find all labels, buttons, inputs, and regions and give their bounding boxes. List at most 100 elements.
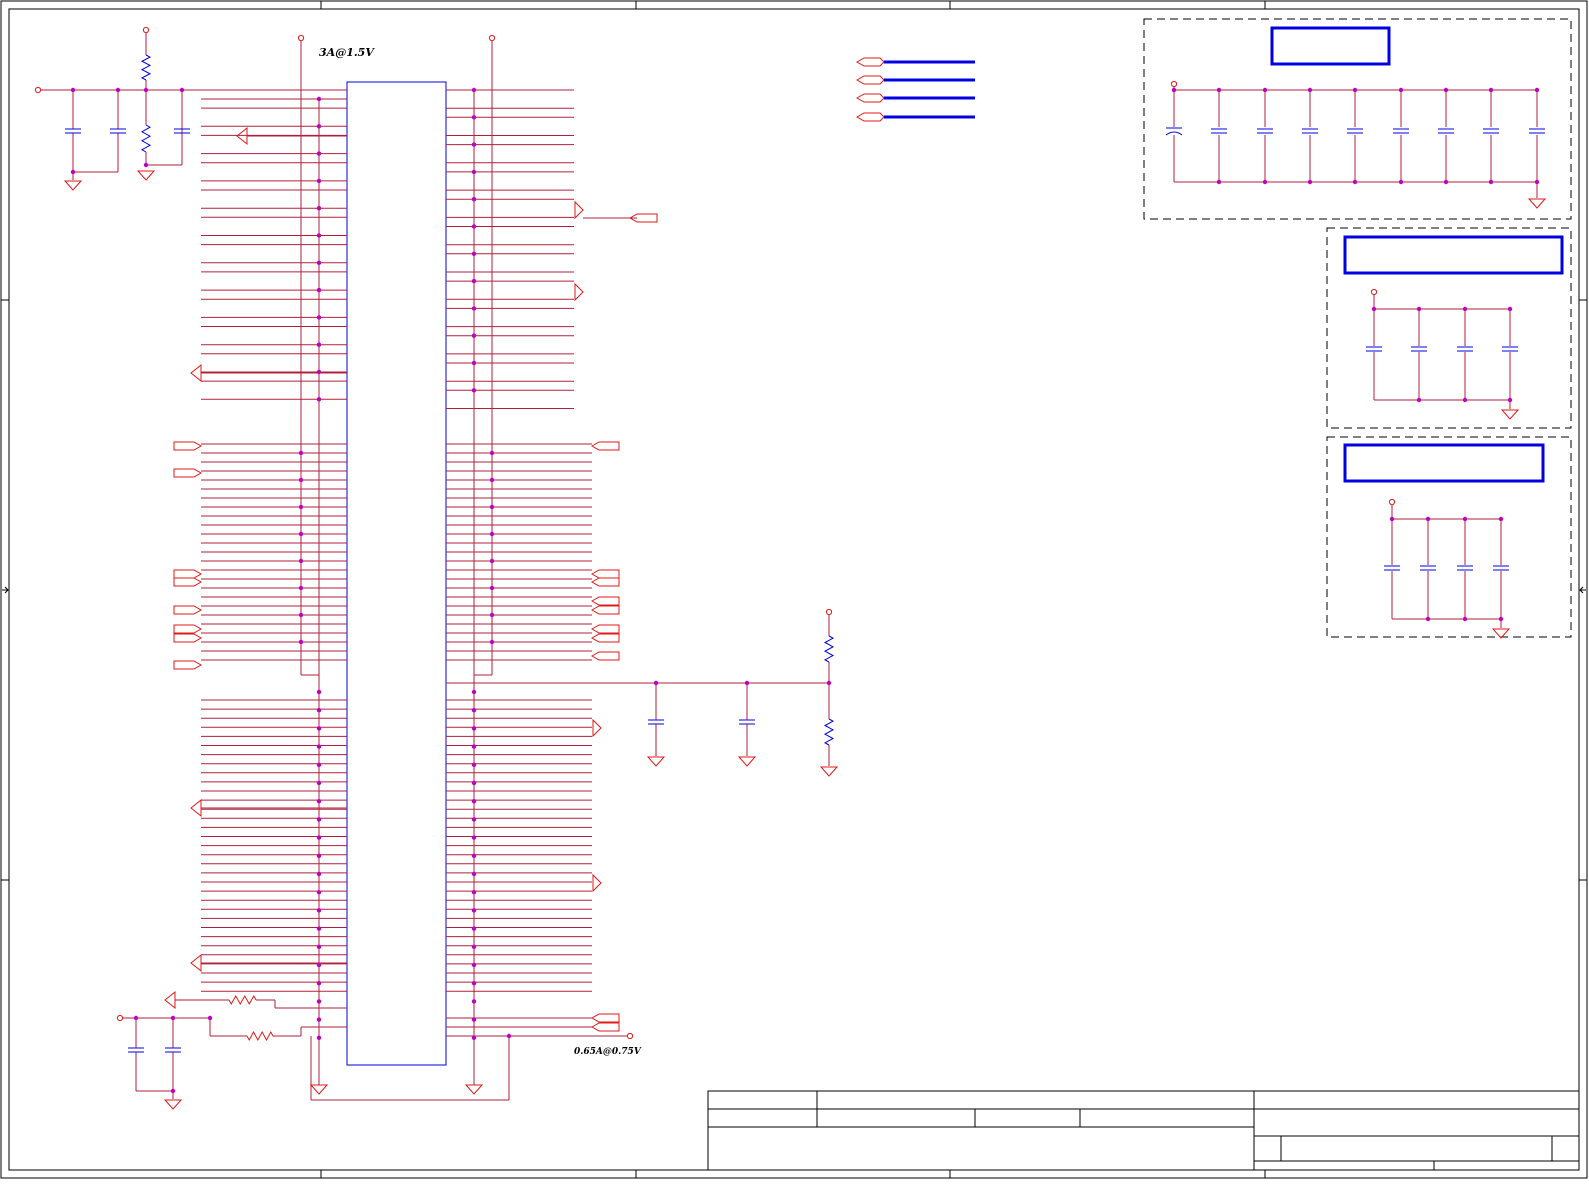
ground-icon bbox=[63, 180, 83, 191]
junction-dot-icon bbox=[207, 1015, 213, 1021]
junction-dot-icon bbox=[471, 197, 477, 202]
junction-dot-icon bbox=[1216, 179, 1222, 185]
decoupling-box-1 bbox=[1143, 18, 1572, 220]
junction-dot-icon bbox=[298, 450, 304, 456]
off-page-connector-icon bbox=[592, 873, 602, 893]
junction-dot-icon bbox=[471, 962, 477, 968]
off-page-connector-icon bbox=[590, 569, 620, 579]
junction-dot-icon bbox=[471, 726, 477, 731]
junction-dot-icon bbox=[1216, 87, 1222, 93]
off-page-connector-icon bbox=[190, 363, 202, 383]
junction-dot-icon bbox=[471, 1035, 477, 1041]
junction-dot-icon bbox=[489, 504, 495, 510]
junction-dot-icon bbox=[471, 981, 477, 986]
junction-dot-icon bbox=[316, 871, 322, 877]
decoupling-label-box-3 bbox=[1343, 443, 1545, 483]
junction-dot-icon bbox=[316, 726, 322, 731]
junction-dot-icon bbox=[489, 612, 495, 618]
off-page-connector-icon bbox=[173, 468, 203, 478]
off-page-connector-icon bbox=[574, 200, 584, 220]
current-annotation-top: 3A@1.5V bbox=[319, 46, 375, 59]
capacitor-icon bbox=[1211, 128, 1227, 134]
junction-dot-icon bbox=[316, 260, 322, 265]
junction-dot-icon bbox=[316, 287, 322, 293]
off-page-connector-icon bbox=[173, 633, 203, 643]
junction-dot-icon bbox=[1262, 87, 1268, 93]
junction-dot-icon bbox=[316, 908, 322, 913]
junction-dot-icon bbox=[316, 890, 322, 895]
capacitor-icon bbox=[1529, 128, 1545, 134]
junction-dot-icon bbox=[471, 87, 477, 93]
junction-dot-icon bbox=[489, 585, 495, 591]
net-class-line bbox=[855, 75, 975, 85]
junction-dot-icon bbox=[471, 944, 477, 949]
power-port-icon bbox=[34, 86, 42, 94]
junction-dot-icon bbox=[471, 115, 477, 120]
current-annotation-bottom: 0.65A@0.75V bbox=[574, 1047, 642, 1057]
capacitor-icon bbox=[1457, 565, 1473, 571]
junction-dot-icon bbox=[1498, 516, 1504, 522]
schematic-sheet: 3A@1.5V 0.65A@0.75V bbox=[0, 0, 1589, 1180]
junction-dot-icon bbox=[1425, 616, 1431, 622]
junction-dot-icon bbox=[316, 233, 322, 238]
schematic-canvas: 3A@1.5V 0.65A@0.75V bbox=[0, 0, 1588, 1179]
off-page-connector-icon bbox=[164, 990, 176, 1010]
off-page-connector-icon bbox=[590, 596, 620, 606]
capacitor-icon bbox=[1302, 128, 1318, 134]
net-legend bbox=[855, 57, 975, 122]
off-page-connector-icon bbox=[590, 624, 620, 634]
wires bbox=[39, 33, 1538, 1101]
junction-dot-icon bbox=[1488, 179, 1494, 185]
junction-dot-icon bbox=[316, 944, 322, 949]
junction-dot-icon bbox=[316, 397, 322, 402]
junction-dot-icon bbox=[316, 369, 322, 375]
ground-icon bbox=[1527, 198, 1547, 209]
off-page-connector-icon bbox=[592, 718, 602, 738]
junction-dot-icon bbox=[471, 360, 477, 366]
memory-ic-body bbox=[346, 81, 447, 1066]
junction-dot-icon bbox=[489, 558, 495, 564]
off-page-connector-icon bbox=[190, 798, 202, 818]
junction-dot-icon bbox=[298, 612, 304, 618]
junction-dot-icon bbox=[1352, 179, 1358, 185]
junction-dot-icon bbox=[170, 1088, 176, 1094]
junction-dot-icon bbox=[1488, 87, 1494, 93]
net-class-line bbox=[855, 57, 975, 67]
junction-dot-icon bbox=[471, 780, 477, 786]
junction-dot-icon bbox=[489, 639, 495, 645]
title-block bbox=[707, 1090, 1580, 1171]
capacitor-icon bbox=[1257, 128, 1273, 134]
off-page-connector-icon bbox=[590, 633, 620, 643]
junction-dot-icon bbox=[316, 762, 322, 767]
junction-dot-icon bbox=[1262, 179, 1268, 185]
junction-dot-icon bbox=[1534, 179, 1540, 185]
off-page-connector-icon bbox=[173, 441, 203, 451]
junction-dot-icon bbox=[471, 890, 477, 895]
junction-dot-icon bbox=[1416, 306, 1422, 312]
junction-dot-icon bbox=[316, 96, 322, 102]
junction-dot-icon bbox=[471, 169, 477, 175]
power-port-icon bbox=[142, 26, 150, 34]
junction-dot-icon bbox=[471, 908, 477, 913]
junction-dot-icon bbox=[1462, 397, 1468, 403]
resistor-icon bbox=[246, 1030, 274, 1042]
power-port-icon bbox=[1170, 80, 1178, 88]
off-page-connector-icon bbox=[590, 605, 620, 615]
off-page-connector-icon bbox=[190, 953, 202, 973]
junction-dot-icon bbox=[1307, 179, 1313, 185]
junction-dot-icon bbox=[179, 87, 185, 93]
capacitor-icon bbox=[65, 128, 81, 134]
off-page-connector-icon bbox=[590, 1022, 620, 1032]
capacitor-icon bbox=[1393, 128, 1409, 134]
off-page-connector-icon bbox=[574, 282, 584, 302]
junction-dot-icon bbox=[70, 87, 76, 93]
junction-dot-icon bbox=[115, 87, 121, 93]
junction-dot-icon bbox=[143, 87, 149, 93]
junction-dot-icon bbox=[1462, 516, 1468, 522]
junction-dot-icon bbox=[471, 762, 477, 767]
junction-dot-icon bbox=[1398, 179, 1404, 185]
junction-dot-icon bbox=[298, 585, 304, 591]
junction-dot-icon bbox=[316, 151, 322, 156]
junction-dot-icon bbox=[471, 306, 477, 311]
junction-dot-icon bbox=[1462, 306, 1468, 312]
